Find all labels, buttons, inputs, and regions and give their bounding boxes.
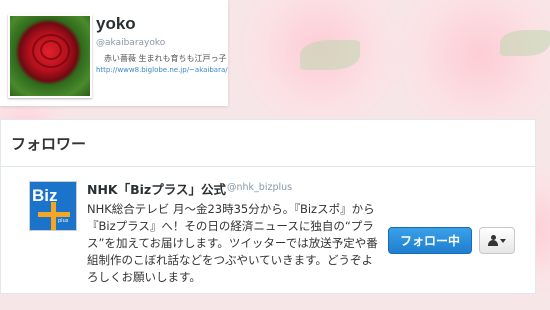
- followers-panel: フォロワー Biz plus NHK「Bizプラス」公式 @nhk_bizplu…: [0, 119, 536, 294]
- profile-handle: @akaibarayoko: [96, 38, 166, 48]
- profile-name[interactable]: yoko: [96, 14, 136, 34]
- profile-avatar[interactable]: [8, 14, 92, 98]
- profile-bio: 赤い薔薇 生まれも育ちも江戸っ子 *: [104, 54, 228, 63]
- user-handle: @nhk_bizplus: [227, 182, 293, 193]
- profile-url-link[interactable]: http://www8.biglobe.ne.jp/~akaibara/in: [96, 66, 228, 74]
- profile-card: yoko @akaibarayoko 赤い薔薇 生まれも育ちも江戸っ子 * ht…: [0, 0, 228, 106]
- caret-down-icon: [500, 238, 506, 243]
- user-actions-button[interactable]: [479, 227, 515, 254]
- user-name[interactable]: NHK「Bizプラス」公式: [87, 179, 226, 198]
- avatar-logo-subtext: plus: [58, 218, 69, 224]
- following-button[interactable]: フォロー中: [388, 227, 472, 254]
- user-avatar[interactable]: Biz plus: [29, 181, 77, 231]
- person-icon: [488, 235, 498, 246]
- user-row: Biz plus NHK「Bizプラス」公式 @nhk_bizplus NHK総…: [1, 167, 535, 295]
- panel-title: フォロワー: [1, 120, 535, 167]
- user-bio: NHK総合テレビ 月〜金23時35分から。『Bizスポ』から『Bizプラス』へ！…: [87, 202, 378, 284]
